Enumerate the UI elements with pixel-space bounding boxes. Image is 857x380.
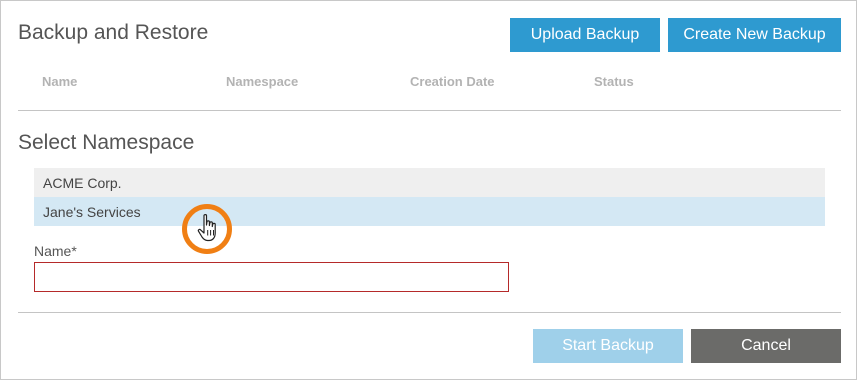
page-title: Backup and Restore [18,21,209,44]
name-input[interactable] [34,262,509,292]
column-header-status[interactable]: Status [594,74,634,89]
name-field-label: Name* [34,243,77,259]
divider [18,312,841,313]
start-backup-button[interactable]: Start Backup [533,329,683,363]
namespace-option[interactable]: ACME Corp. [34,168,825,197]
hand-pointer-icon [197,214,216,242]
column-header-namespace[interactable]: Namespace [226,74,298,89]
section-title: Select Namespace [18,131,195,154]
cancel-button[interactable]: Cancel [691,329,841,363]
divider [18,110,841,111]
upload-backup-button[interactable]: Upload Backup [510,18,660,52]
create-new-backup-button[interactable]: Create New Backup [668,18,841,52]
column-header-creation-date[interactable]: Creation Date [410,74,495,89]
namespace-option[interactable]: Jane's Services [34,197,825,226]
backup-restore-dialog: Backup and Restore Upload Backup Create … [0,0,857,380]
column-header-name[interactable]: Name [42,74,77,89]
